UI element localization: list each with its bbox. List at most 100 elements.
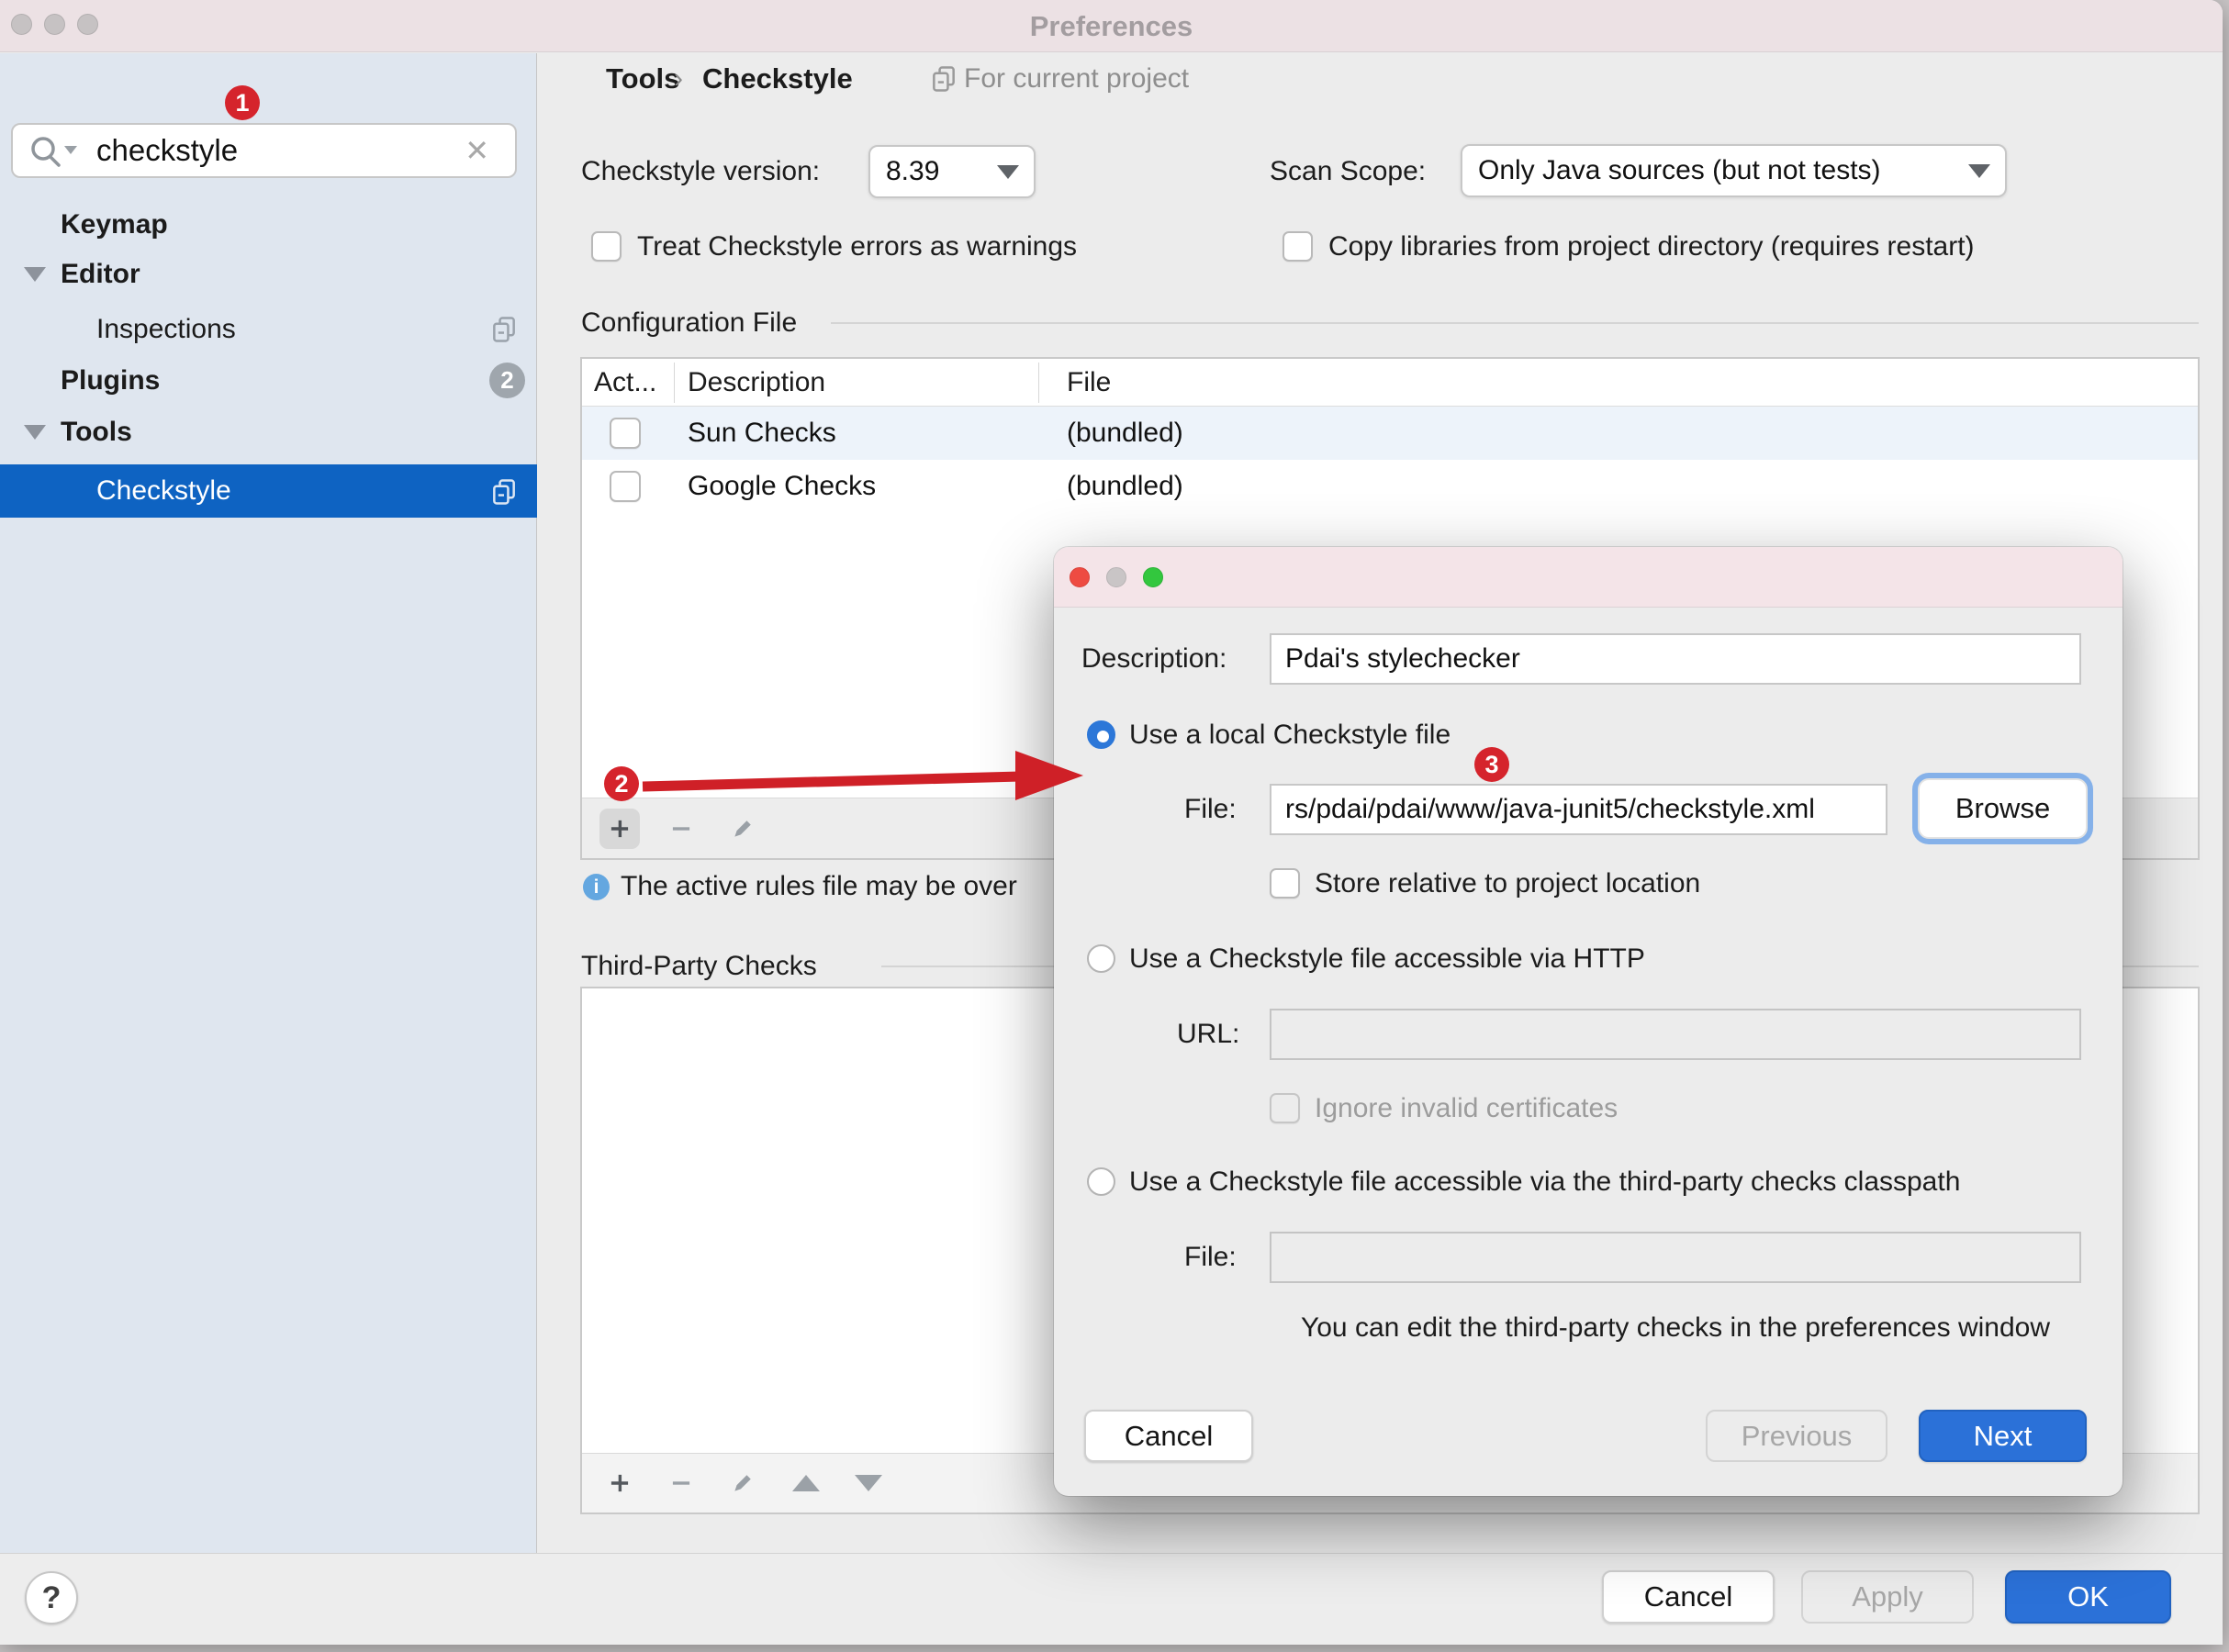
dialog-next-button[interactable]: Next [1919,1410,2087,1462]
treat-errors-as-warnings-checkbox[interactable] [591,231,622,262]
preferences-apply-button[interactable]: Apply [1801,1570,1974,1624]
close-dialog-icon[interactable] [1070,567,1090,587]
use-classpath-file-label: Use a Checkstyle file accessible via the… [1129,1158,1960,1206]
configuration-file-section-title: Configuration File [581,305,797,341]
row-description: Google Checks [688,460,876,513]
table-row-sun-checks[interactable]: Sun Checks (bundled) [582,407,2198,460]
ignore-certificates-checkbox[interactable] [1270,1093,1300,1123]
description-label: Description: [1081,635,1227,683]
active-rules-info-text: The active rules file may be over [621,859,1017,914]
breadcrumb-checkstyle: Checkstyle [702,61,853,97]
column-divider[interactable] [674,363,675,403]
sidebar-item-editor[interactable]: Editor [0,248,537,300]
breadcrumb-separator: › [674,61,683,97]
move-down-button[interactable] [848,1463,889,1503]
section-divider [831,322,2199,324]
chevron-down-icon [997,165,1019,179]
scan-scope-value: Only Java sources (but not tests) [1478,155,1881,186]
clear-search-icon[interactable]: ✕ [465,125,489,176]
sidebar-item-tools[interactable]: Tools [0,406,537,458]
classpath-file-label: File: [1184,1232,1237,1283]
scan-scope-label: Scan Scope: [1270,144,1426,199]
sidebar-item-label: Plugins [61,365,160,396]
active-checkbox[interactable] [610,471,641,502]
edit-configuration-button[interactable] [722,809,763,849]
sidebar-item-label: Checkstyle [96,475,231,507]
use-http-file-label: Use a Checkstyle file accessible via HTT… [1129,935,1645,983]
scan-scope-select[interactable]: Only Java sources (but not tests) [1461,144,2007,197]
breadcrumb-tools[interactable]: Tools [606,61,679,97]
copy-settings-icon [489,477,519,507]
sidebar-item-label: Tools [61,417,132,448]
chevron-expanded-icon[interactable] [24,267,46,282]
add-configuration-button[interactable] [599,809,640,849]
dialog-cancel-button[interactable]: Cancel [1084,1410,1253,1462]
url-label: URL: [1177,1009,1239,1060]
move-up-button[interactable] [786,1463,826,1503]
sidebar-item-label: Editor [61,259,140,290]
annotation-step-2-badge: 2 [604,766,639,801]
dialog-titlebar [1054,547,2123,608]
checkstyle-version-label: Checkstyle version: [581,144,820,199]
window-titlebar: Preferences [0,0,2223,52]
sidebar-item-inspections[interactable]: Inspections [0,303,537,355]
store-relative-label: Store relative to project location [1315,856,1700,911]
column-divider[interactable] [1038,363,1039,403]
preferences-ok-button[interactable]: OK [2005,1570,2171,1624]
third-party-note: You can edit the third-party checks in t… [1270,1303,2081,1353]
sidebar-item-label: Inspections [96,314,236,345]
ignore-certificates-label: Ignore invalid certificates [1315,1081,1618,1136]
annotation-step-1-badge: 1 [225,85,260,120]
browse-button[interactable]: Browse [1918,778,2088,839]
column-header-file[interactable]: File [1067,359,1111,406]
remove-third-party-button[interactable] [661,1463,701,1503]
edit-third-party-button[interactable] [722,1463,763,1503]
sidebar-item-label: Keymap [61,209,168,240]
copy-settings-icon [489,315,519,344]
plugins-count-badge: 2 [489,363,525,398]
scope-indicator: For current project [964,61,1189,97]
sidebar-item-plugins[interactable]: Plugins 2 [0,354,537,407]
file-path-input[interactable]: rs/pdai/pdai/www/java-junit5/checkstyle.… [1270,784,1887,835]
zoom-dialog-icon[interactable] [1143,567,1163,587]
checkstyle-version-value: 8.39 [886,156,939,187]
configuration-file-dialog: Description: Pdai's stylechecker Use a l… [1054,547,2123,1496]
file-label: File: [1184,784,1237,835]
copy-libraries-checkbox[interactable] [1283,231,1313,262]
chevron-expanded-icon[interactable] [24,425,46,440]
add-third-party-button[interactable] [599,1463,640,1503]
use-local-file-radio[interactable] [1087,720,1115,749]
chevron-down-icon [1968,164,1990,178]
row-file: (bundled) [1067,407,1183,460]
treat-errors-as-warnings-label: Treat Checkstyle errors as warnings [637,219,1077,274]
settings-sidebar: checkstyle ✕ Keymap Editor Inspections P… [0,53,537,1553]
use-local-file-label: Use a local Checkstyle file [1129,711,1451,759]
settings-search-input[interactable]: checkstyle ✕ [11,123,517,178]
sidebar-item-keymap[interactable]: Keymap [0,198,537,251]
annotation-step-3-badge: 3 [1474,747,1509,782]
sidebar-item-checkstyle[interactable]: Checkstyle [0,464,537,518]
third-party-section-title: Third-Party Checks [581,948,817,985]
help-button[interactable]: ? [25,1571,78,1624]
for-current-project-icon [929,64,958,94]
checkstyle-version-select[interactable]: 8.39 [868,145,1036,198]
store-relative-checkbox[interactable] [1270,868,1300,899]
use-classpath-file-radio[interactable] [1087,1167,1115,1196]
url-input[interactable] [1270,1009,2081,1060]
remove-configuration-button[interactable] [661,809,701,849]
search-query-text: checkstyle [96,125,238,176]
column-header-active[interactable]: Act... [594,359,656,406]
arrow-down-icon [855,1475,882,1491]
description-input[interactable]: Pdai's stylechecker [1270,633,2081,685]
dialog-previous-button[interactable]: Previous [1706,1410,1887,1462]
column-header-description[interactable]: Description [688,359,825,406]
table-row-google-checks[interactable]: Google Checks (bundled) [582,460,2198,513]
window-title: Preferences [0,0,2223,52]
minimize-dialog-icon[interactable] [1106,567,1126,587]
preferences-cancel-button[interactable]: Cancel [1602,1570,1775,1624]
active-checkbox[interactable] [610,418,641,449]
info-icon: i [583,874,610,900]
classpath-file-input[interactable] [1270,1232,2081,1283]
screen: Preferences checkstyle ✕ Keymap Editor I… [0,0,2229,1652]
use-http-file-radio[interactable] [1087,944,1115,973]
